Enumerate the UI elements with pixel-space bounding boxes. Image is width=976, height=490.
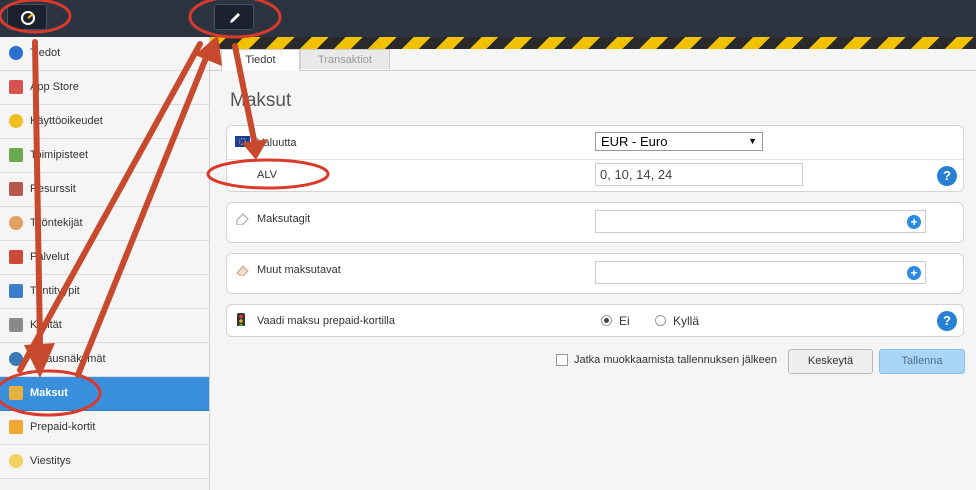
form-icon xyxy=(9,318,23,332)
home-button[interactable] xyxy=(7,4,47,30)
sidebar-item-label: Työntekijät xyxy=(30,217,83,229)
sidebar-item-label: Toimipisteet xyxy=(30,149,89,161)
prepaid-radio-no[interactable] xyxy=(601,315,612,326)
map-icon xyxy=(9,148,23,162)
sidebar-item-label: Palvelut xyxy=(30,251,70,263)
card-icon xyxy=(9,420,23,434)
chevron-down-icon: ▼ xyxy=(748,136,757,146)
sidebar-item-maksut[interactable]: Maksut xyxy=(0,377,209,411)
tab-transaktiot[interactable]: Transaktiot xyxy=(300,49,390,69)
other-methods-label: Muut maksutavat xyxy=(257,264,341,276)
top-bar xyxy=(0,0,976,37)
currency-select-value: EUR - Euro xyxy=(601,134,668,149)
sidebar-item-kayttooikeudet[interactable]: Käyttöoikeudet xyxy=(0,105,209,139)
add-tag-button[interactable]: + xyxy=(907,215,921,229)
sidebar-item-resurssit[interactable]: Resurssit xyxy=(0,173,209,207)
help-button[interactable]: ? xyxy=(937,311,957,331)
sidebar-item-tyontekijat[interactable]: Työntekijät xyxy=(0,207,209,241)
prepaid-panel: Vaadi maksu prepaid-kortilla Ei Kyllä ? xyxy=(226,304,964,337)
tag-icon xyxy=(236,213,249,225)
help-button[interactable]: ? xyxy=(937,166,957,186)
add-method-button[interactable]: + xyxy=(907,266,921,280)
currency-label: Valuutta xyxy=(257,137,297,149)
continue-editing-checkbox[interactable] xyxy=(556,354,568,366)
sidebar-item-label: Tuntityypit xyxy=(30,285,80,297)
store-icon xyxy=(9,80,23,94)
sidebar-item-viestitys[interactable]: Viestitys xyxy=(0,445,209,479)
row-divider xyxy=(227,159,963,160)
eu-flag-icon xyxy=(235,136,250,147)
edit-button[interactable] xyxy=(214,4,254,30)
sidebar-item-tuntityypit[interactable]: Tuntityypit xyxy=(0,275,209,309)
sidebar-item-label: Kentät xyxy=(30,319,62,331)
prepaid-radio-yes[interactable] xyxy=(655,315,666,326)
calendar-icon xyxy=(9,250,23,264)
page-title: Maksut xyxy=(230,90,292,111)
house-icon xyxy=(9,182,23,196)
sidebar-item-label: Maksut xyxy=(30,387,68,399)
prepaid-radio-no-label: Ei xyxy=(619,314,630,328)
other-methods-input[interactable]: + xyxy=(595,261,926,284)
continue-editing-label: Jatka muokkaamista tallennuksen jälkeen xyxy=(574,354,778,366)
payment-tags-input[interactable]: + xyxy=(595,210,926,233)
star-icon xyxy=(9,114,23,128)
sidebar-item-label: Prepaid-kortit xyxy=(30,421,96,433)
main-content: Maksut Valuutta EUR - Euro ▼ ALV 0, 10, … xyxy=(210,71,976,490)
sidebar-item-label: Käyttöoikeudet xyxy=(30,115,103,127)
sidebar-item-label: App Store xyxy=(30,81,79,93)
info-icon xyxy=(9,46,23,60)
sidebar-item-label: Varausnäkymät xyxy=(30,353,106,365)
currency-panel: Valuutta EUR - Euro ▼ ALV 0, 10, 14, 24 … xyxy=(226,125,964,192)
vat-input[interactable]: 0, 10, 14, 24 xyxy=(595,163,803,186)
prepaid-label: Vaadi maksu prepaid-kortilla xyxy=(257,315,395,327)
save-button[interactable]: Tallenna xyxy=(879,349,965,374)
currency-select[interactable]: EUR - Euro ▼ xyxy=(595,132,763,151)
edit-mode-stripes xyxy=(210,37,976,49)
ticket-icon xyxy=(236,265,249,276)
payment-tags-panel: Maksutagit + xyxy=(226,202,964,243)
sidebar-item-varausnakymat[interactable]: Varausnäkymät xyxy=(0,343,209,377)
sidebar-item-label: Viestitys xyxy=(30,455,71,467)
sidebar: Tiedot App Store Käyttöoikeudet Toimipis… xyxy=(0,37,210,490)
globe-icon xyxy=(9,352,23,366)
people-icon xyxy=(9,216,23,230)
cancel-button[interactable]: Keskeytä xyxy=(788,349,873,374)
other-methods-panel: Muut maksutavat + xyxy=(226,253,964,294)
sidebar-item-tiedot[interactable]: Tiedot xyxy=(0,37,209,71)
sidebar-item-toimipisteet[interactable]: Toimipisteet xyxy=(0,139,209,173)
sidebar-item-palvelut[interactable]: Palvelut xyxy=(0,241,209,275)
sidebar-item-label: Tiedot xyxy=(30,47,61,59)
tab-bar: Tiedot Transaktiot xyxy=(210,49,976,71)
pencil-icon xyxy=(230,13,240,23)
logo-icon xyxy=(21,11,35,25)
sidebar-item-app-store[interactable]: App Store xyxy=(0,71,209,105)
traffic-light-icon xyxy=(237,313,245,326)
chat-icon xyxy=(9,454,23,468)
payment-tags-label: Maksutagit xyxy=(257,213,311,225)
tab-tiedot[interactable]: Tiedot xyxy=(221,49,300,71)
sidebar-item-prepaid-kortit[interactable]: Prepaid-kortit xyxy=(0,411,209,445)
prepaid-radio-yes-label: Kyllä xyxy=(673,314,700,328)
sidebar-item-kentat[interactable]: Kentät xyxy=(0,309,209,343)
calendar-blue-icon xyxy=(9,284,23,298)
vat-label: ALV xyxy=(257,169,277,181)
payment-icon xyxy=(9,386,23,400)
sidebar-item-label: Resurssit xyxy=(30,183,76,195)
